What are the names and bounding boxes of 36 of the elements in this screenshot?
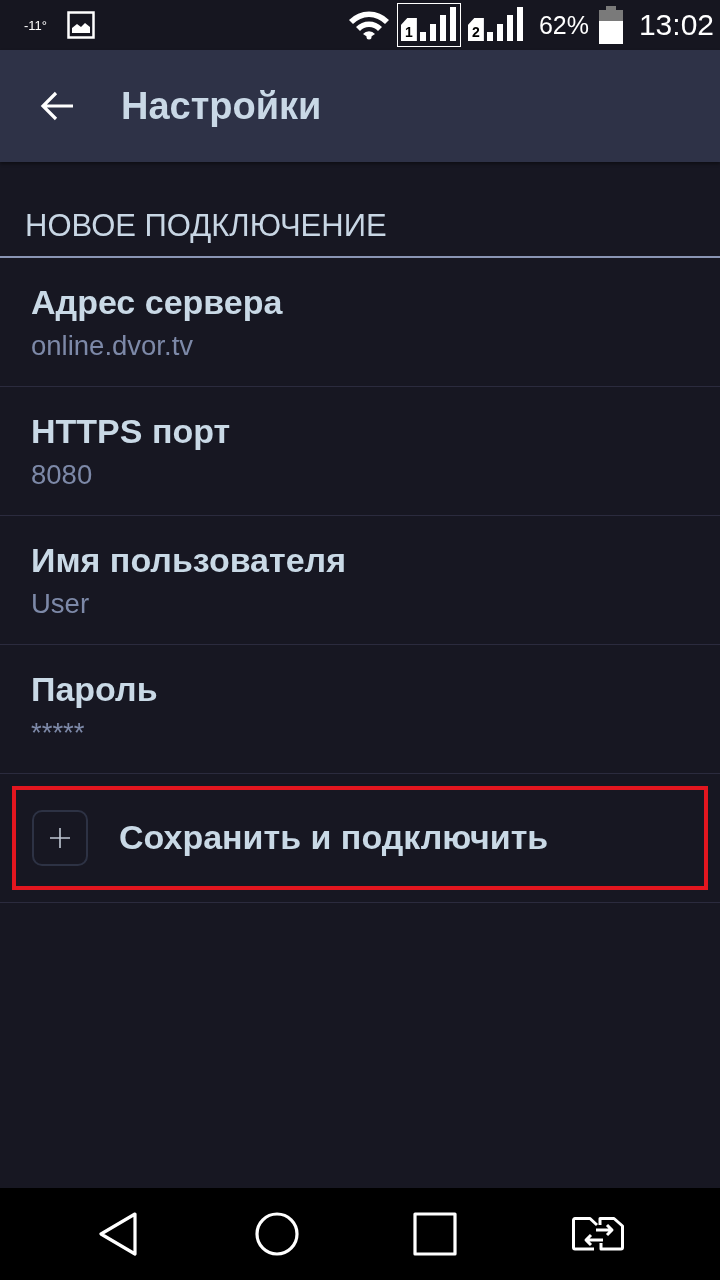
preference-title: Имя пользователя [31, 540, 347, 580]
signal-icon [419, 7, 457, 41]
preference-title: HTTPS порт [31, 411, 232, 451]
signal-icon [486, 7, 524, 41]
preference-value: ***** [31, 716, 86, 749]
preference-item[interactable]: HTTPS порт 8080 [0, 386, 720, 516]
sim-switch-button[interactable] [571, 1217, 624, 1251]
preference-item[interactable]: Адрес сервера online.dvor.tv [0, 257, 720, 387]
recents-square-icon [413, 1212, 458, 1256]
plus-icon [32, 809, 88, 866]
image-icon [67, 11, 96, 39]
save-connect-button[interactable]: Сохранить и подключить [16, 789, 704, 886]
clock-text: 13:02 [638, 8, 714, 42]
section-title: НОВОЕ ПОДКЛЮЧЕНИЕ [25, 208, 387, 243]
temperature-text: -11° [24, 17, 48, 33]
preference-value: 8080 [31, 458, 94, 491]
sim-number: 1 [400, 18, 417, 41]
battery-icon [598, 6, 623, 44]
back-arrow-icon [40, 91, 74, 121]
sim-number: 2 [467, 18, 484, 41]
home-circle-icon [254, 1212, 299, 1256]
home-button[interactable] [254, 1212, 299, 1256]
recents-button[interactable] [413, 1212, 458, 1256]
back-triangle-icon [96, 1212, 140, 1256]
preference-item[interactable]: Имя пользователя User [0, 515, 720, 645]
preference-title: Адрес сервера [31, 282, 284, 322]
sim-switch-icon [571, 1217, 624, 1251]
preference-value: User [31, 587, 91, 620]
screen-title: Настройки [121, 84, 322, 128]
back-button[interactable] [39, 89, 75, 123]
battery-percent: 62% [538, 10, 589, 40]
back-nav-button[interactable] [96, 1212, 140, 1256]
wifi-icon [347, 10, 390, 40]
preference-value: online.dvor.tv [31, 329, 195, 362]
preference-title: Пароль [31, 669, 159, 709]
preference-item[interactable]: Пароль ***** [0, 644, 720, 774]
